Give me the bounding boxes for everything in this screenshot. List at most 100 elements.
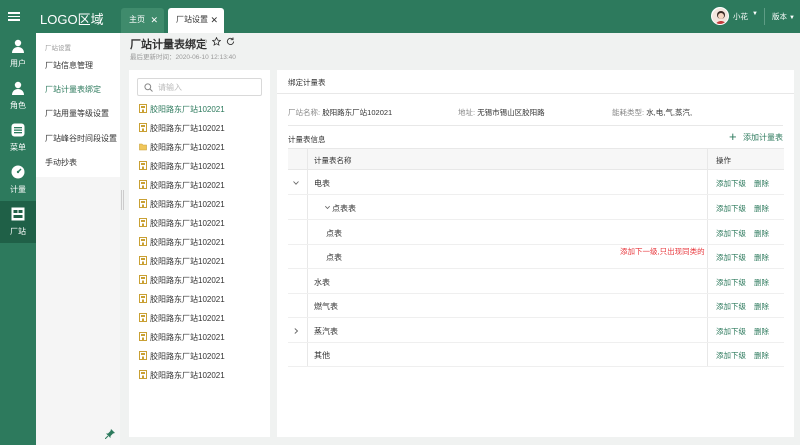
delete-link[interactable]: 删除 bbox=[754, 252, 769, 263]
station-tree-item-label: 胶阳路东厂站102021 bbox=[150, 314, 225, 323]
close-icon[interactable]: ✕ bbox=[150, 8, 158, 32]
station-name-info: 厂站名称: 胶阳路东厂站102021 bbox=[288, 107, 392, 118]
nav-item-label: 用户 bbox=[10, 59, 26, 68]
station-icon bbox=[139, 294, 147, 303]
nav-item-role[interactable]: 角色 bbox=[0, 75, 36, 117]
resize-handle[interactable] bbox=[120, 190, 124, 210]
tab-factory-settings-label: 厂站设置 bbox=[176, 15, 208, 24]
nav-item-factory[interactable]: 厂站 bbox=[0, 201, 36, 243]
sub-item-peak-valley[interactable]: 厂站峰谷时间段设置 bbox=[36, 127, 120, 151]
search-box[interactable] bbox=[137, 78, 262, 96]
station-tree-item-label: 胶阳路东厂站102021 bbox=[150, 333, 225, 342]
station-tree-item[interactable]: 胶阳路东厂站102021 bbox=[137, 157, 265, 176]
nav-item-user[interactable]: 用户 bbox=[0, 33, 36, 75]
station-name-label: 厂站名称: bbox=[288, 108, 321, 117]
menu-toggle-icon[interactable] bbox=[8, 10, 20, 22]
station-tree-item-label: 胶阳路东厂站102021 bbox=[150, 238, 225, 247]
user-icon bbox=[12, 39, 24, 53]
add-child-link[interactable]: 添加下级 bbox=[716, 178, 746, 189]
station-tree-item[interactable]: 胶阳路东厂站102021 bbox=[137, 328, 265, 347]
station-icon bbox=[139, 104, 147, 113]
station-tree-item-label: 胶阳路东厂站102021 bbox=[150, 124, 225, 133]
meter-name: 水表 bbox=[314, 278, 330, 287]
station-tree-item-label: 胶阳路东厂站102021 bbox=[150, 295, 225, 304]
sub-item-manual-reading[interactable]: 手动抄表 bbox=[36, 151, 120, 175]
station-tree-item[interactable]: 胶阳路东厂站102021 bbox=[137, 119, 265, 138]
version-menu[interactable]: 版本 ▼ bbox=[772, 11, 795, 22]
station-icon bbox=[139, 256, 147, 265]
nav-item-label: 计量 bbox=[10, 185, 26, 194]
station-tree-item[interactable]: 胶阳路东厂站102021 bbox=[137, 366, 265, 385]
station-icon bbox=[139, 180, 147, 189]
page-title: 厂站计量表绑定 bbox=[130, 39, 207, 51]
nav-item-metering[interactable]: 计量 bbox=[0, 159, 36, 201]
meter-name: 蒸汽表 bbox=[314, 327, 338, 336]
station-tree-item[interactable]: 胶阳路东厂站102021 bbox=[137, 252, 265, 271]
delete-link[interactable]: 删除 bbox=[754, 301, 769, 312]
add-child-link[interactable]: 添加下级 bbox=[716, 301, 746, 312]
station-tree-item[interactable]: 胶阳路东厂站102021 bbox=[137, 176, 265, 195]
sub-menu: 厂站设置 厂站信息管理 厂站计量表绑定 厂站用量等级设置 厂站峰谷时间段设置 手… bbox=[36, 33, 120, 445]
binding-panel: 绑定计量表 厂站名称: 胶阳路东厂站102021 地址: 无锡市锡山区胶阳路 能… bbox=[277, 70, 794, 437]
add-child-link[interactable]: 添加下级 bbox=[716, 326, 746, 337]
nav-item-menu[interactable]: 菜单 bbox=[0, 117, 36, 159]
station-tree-item-label: 胶阳路东厂站102021 bbox=[150, 257, 225, 266]
refresh-icon[interactable] bbox=[226, 37, 235, 46]
tab-factory-settings[interactable]: 厂站设置 ✕ bbox=[168, 8, 224, 33]
station-tree-item[interactable]: 胶阳路东厂站102021 bbox=[137, 347, 265, 366]
chevron-down-icon[interactable] bbox=[292, 179, 300, 187]
station-tree-item[interactable]: 胶阳路东厂站102021 bbox=[137, 214, 265, 233]
station-tree-item[interactable]: 胶阳路东厂站102021 bbox=[137, 138, 265, 157]
delete-link[interactable]: 删除 bbox=[754, 178, 769, 189]
chevron-down-icon[interactable] bbox=[324, 204, 331, 211]
table-row: 燃气表 添加下级 删除 bbox=[288, 294, 784, 318]
folder-icon bbox=[139, 143, 147, 151]
close-icon[interactable]: ✕ bbox=[210, 8, 218, 32]
tab-home[interactable]: 主页 ✕ bbox=[121, 8, 164, 33]
delete-link[interactable]: 删除 bbox=[754, 277, 769, 288]
add-child-link[interactable]: 添加下级 bbox=[716, 277, 746, 288]
delete-link[interactable]: 删除 bbox=[754, 203, 769, 214]
add-child-link[interactable]: 添加下级 bbox=[716, 350, 746, 361]
plus-icon: + bbox=[729, 129, 737, 144]
sub-item-station-info[interactable]: 厂站信息管理 bbox=[36, 54, 120, 78]
station-tree-item[interactable]: 胶阳路东厂站102021 bbox=[137, 290, 265, 309]
sub-item-usage-level[interactable]: 厂站用量等级设置 bbox=[36, 102, 120, 126]
add-child-link[interactable]: 添加下级 bbox=[716, 228, 746, 239]
divider bbox=[288, 125, 783, 126]
search-input[interactable] bbox=[158, 80, 258, 94]
station-name-value: 胶阳路东厂站102021 bbox=[322, 108, 393, 117]
sub-menu-title: 厂站设置 bbox=[45, 45, 71, 52]
star-icon[interactable] bbox=[212, 37, 221, 46]
delete-link[interactable]: 删除 bbox=[754, 228, 769, 239]
pin-icon[interactable] bbox=[105, 429, 115, 439]
station-tree-item[interactable]: 胶阳路东厂站102021 bbox=[137, 100, 265, 119]
caret-down-icon: ▼ bbox=[789, 15, 795, 21]
user-name: 小花 bbox=[733, 12, 748, 21]
station-tree-item[interactable]: 胶阳路东厂站102021 bbox=[137, 195, 265, 214]
energy-type-info: 能耗类型: 水,电,气,蒸汽, bbox=[612, 107, 692, 118]
delete-link[interactable]: 删除 bbox=[754, 350, 769, 361]
sub-item-meter-binding[interactable]: 厂站计量表绑定 bbox=[36, 78, 120, 102]
role-icon bbox=[12, 81, 24, 95]
table-row: 水表 添加下级 删除 bbox=[288, 270, 784, 294]
station-tree-item[interactable]: 胶阳路东厂站102021 bbox=[137, 271, 265, 290]
meter-name: 点表 bbox=[326, 253, 342, 262]
column-header-name: 计量表名称 bbox=[314, 156, 352, 165]
address-value: 无锡市锡山区胶阳路 bbox=[477, 108, 545, 117]
meter-name: 燃气表 bbox=[314, 302, 338, 311]
meter-name: 点表 bbox=[326, 229, 342, 238]
delete-link[interactable]: 删除 bbox=[754, 326, 769, 337]
station-icon bbox=[139, 351, 147, 360]
divider bbox=[764, 8, 765, 25]
divider bbox=[277, 93, 794, 94]
station-tree-item[interactable]: 胶阳路东厂站102021 bbox=[137, 309, 265, 328]
station-icon bbox=[139, 123, 147, 132]
avatar bbox=[711, 7, 729, 25]
add-child-link[interactable]: 添加下级 bbox=[716, 252, 746, 263]
menu-icon bbox=[11, 123, 25, 137]
chevron-right-icon[interactable] bbox=[292, 327, 300, 335]
station-icon bbox=[139, 332, 147, 341]
station-tree-item[interactable]: 胶阳路东厂站102021 bbox=[137, 233, 265, 252]
add-child-link[interactable]: 添加下级 bbox=[716, 203, 746, 214]
